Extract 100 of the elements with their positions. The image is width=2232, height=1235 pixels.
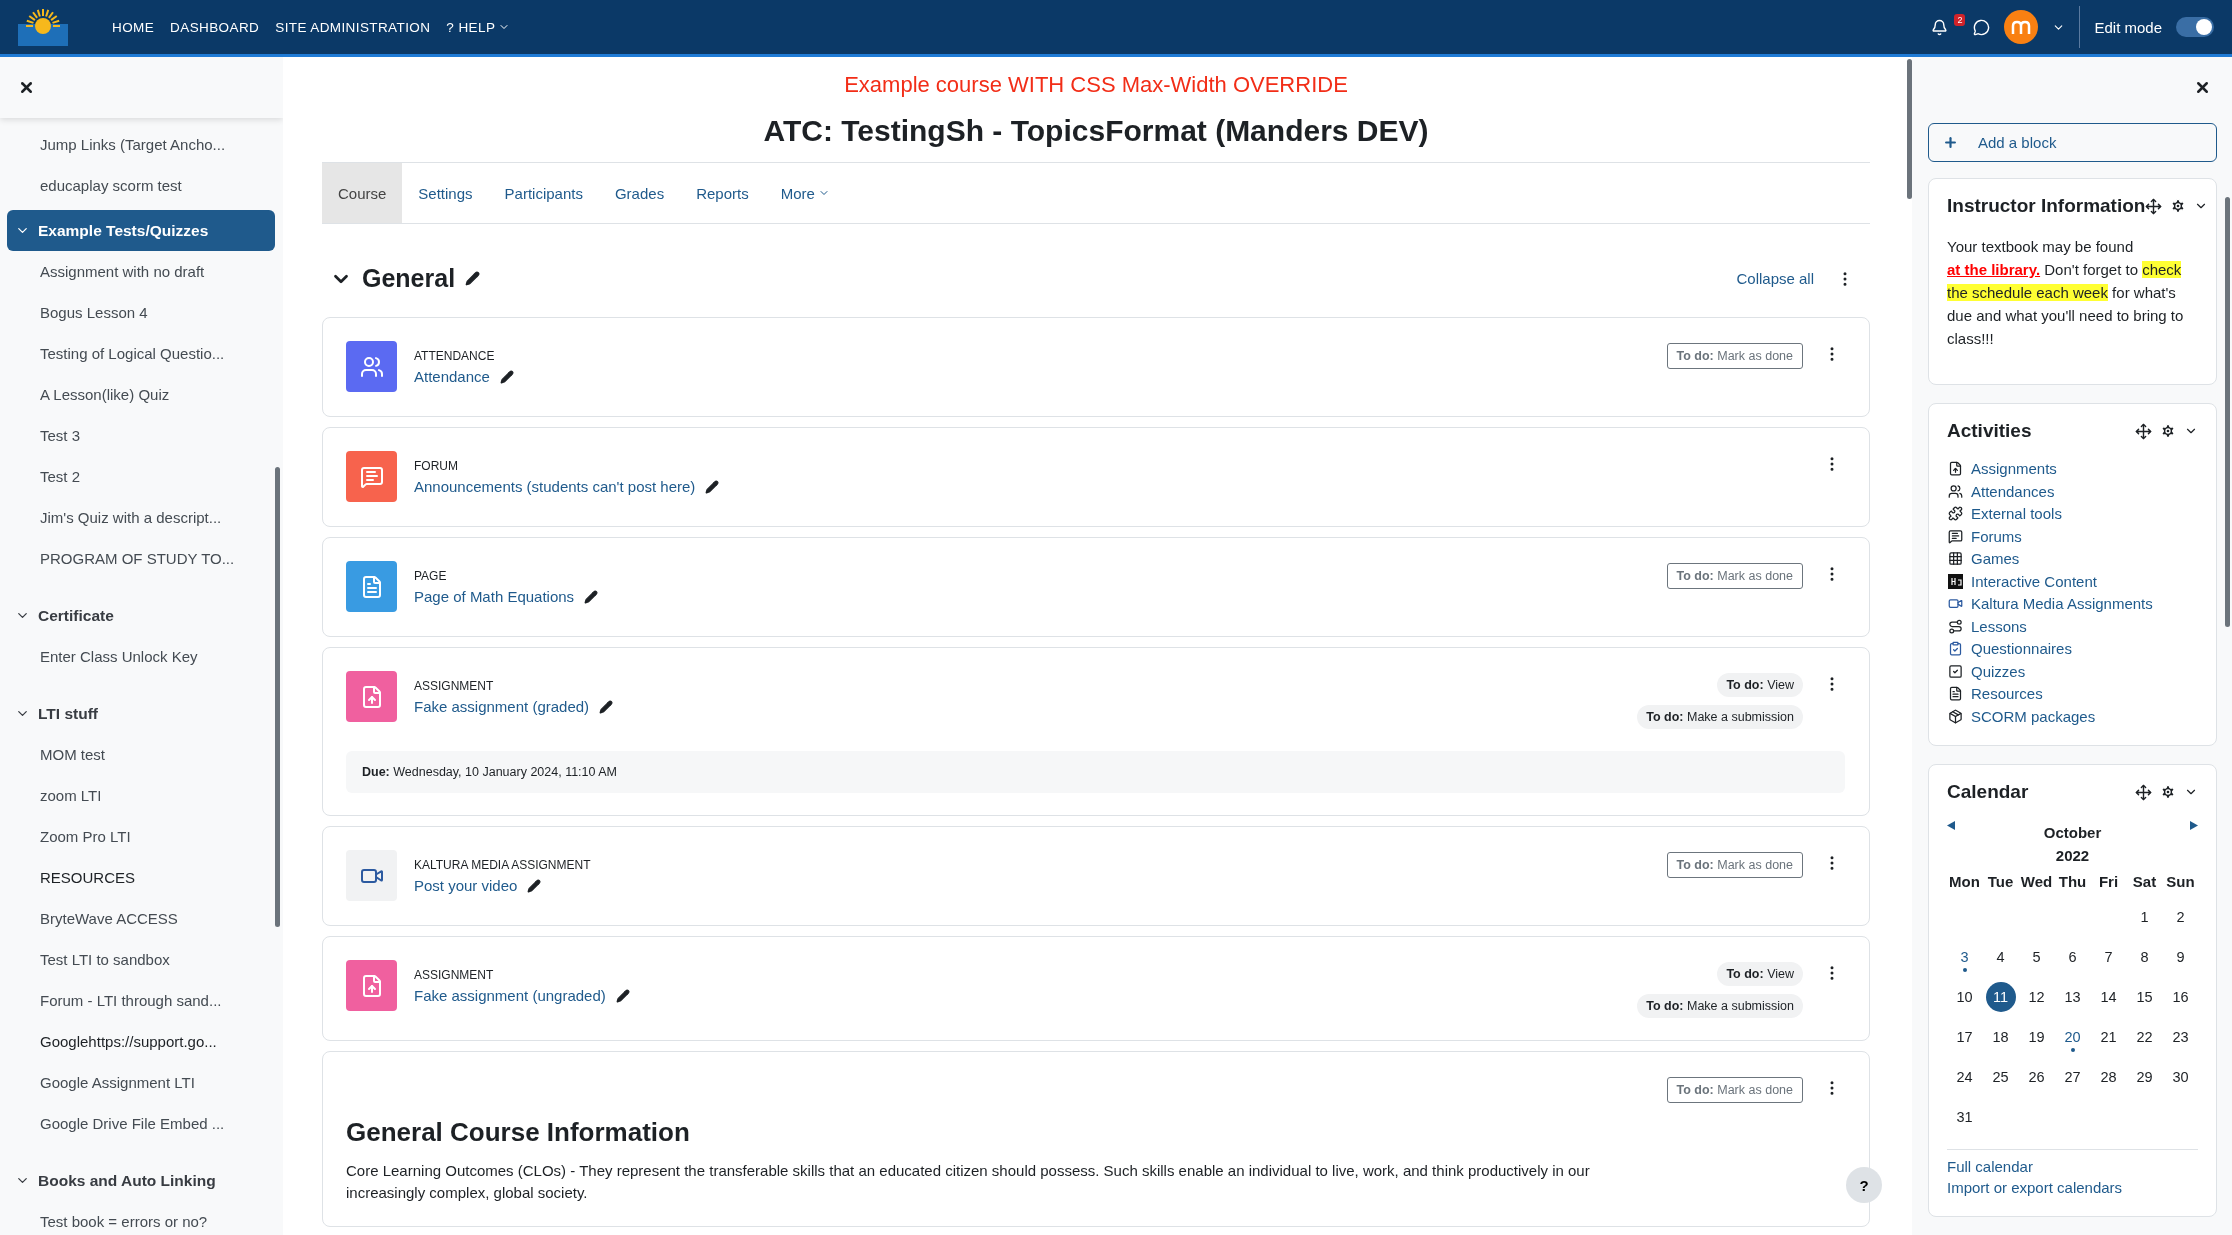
calendar-day[interactable]: 3 [1960, 949, 1969, 965]
calendar-day[interactable]: 28 [2100, 1069, 2117, 1085]
activity-link[interactable]: Fake assignment (ungraded) [414, 987, 606, 1004]
help-button[interactable]: ? [1846, 1167, 1882, 1203]
calendar-day[interactable]: 14 [2100, 989, 2117, 1005]
edit-mode-switch[interactable] [2176, 17, 2214, 37]
edit-icon[interactable] [465, 271, 481, 286]
edit-icon[interactable] [599, 699, 614, 714]
course-index-item[interactable]: Enter Class Unlock Key [7, 636, 275, 677]
course-index-item[interactable]: Testing of Logical Questio... [7, 333, 275, 374]
course-index-item[interactable]: Zoom Pro LTI [7, 816, 275, 857]
activity-type-link[interactable]: Kaltura Media Assignments [1947, 595, 2198, 613]
mark-as-done-button[interactable]: To do: Mark as done [1666, 1077, 1803, 1103]
calendar-day[interactable]: 31 [1956, 1109, 1973, 1125]
activity-type-link[interactable]: Questionnaires [1947, 640, 2198, 658]
mark-as-done-button[interactable]: To do: Mark as done [1666, 852, 1803, 878]
nav-tab[interactable]: Settings [402, 163, 489, 223]
section-link[interactable]: Example Tests/Quizzes [7, 210, 275, 251]
course-index-item[interactable]: Test 3 [7, 415, 275, 456]
activity-type-link[interactable]: Games [1947, 550, 2198, 568]
settings-icon[interactable] [2170, 198, 2187, 214]
calendar-day[interactable]: 5 [2032, 949, 2041, 965]
course-index-item[interactable]: Google Assignment LTI [7, 1062, 275, 1103]
calendar-day[interactable]: 20 [2064, 1029, 2081, 1045]
calendar-day[interactable]: 25 [1992, 1069, 2009, 1085]
notification-bell-icon[interactable] [1931, 18, 1949, 36]
calendar-day[interactable]: 7 [2104, 949, 2113, 965]
course-index-item[interactable]: Googlehttps://support.go... [7, 1021, 275, 1062]
edit-icon[interactable] [615, 988, 630, 1003]
edit-icon[interactable] [499, 369, 514, 384]
activity-type-link[interactable]: SCORM packages [1947, 707, 2198, 725]
nav-link[interactable]: SITE ADMINISTRATION [275, 19, 431, 35]
calendar-day[interactable]: 6 [2068, 949, 2077, 965]
completion-button[interactable]: To do: Make a submission [1637, 994, 1803, 1018]
calendar-day[interactable]: 11 [1985, 982, 2016, 1012]
calendar-day[interactable]: 9 [2176, 949, 2185, 965]
calendar-day[interactable]: 29 [2136, 1069, 2153, 1085]
course-index-item[interactable]: zoom LTI [7, 775, 275, 816]
completion-button[interactable]: To do: Make a submission [1637, 705, 1803, 729]
calendar-link[interactable]: Full calendar [1947, 1158, 2198, 1175]
calendar-day[interactable]: 2 [2176, 909, 2185, 925]
course-index-item[interactable]: MOM test [7, 734, 275, 775]
activity-link[interactable]: Fake assignment (graded) [414, 698, 590, 715]
course-index-item[interactable]: Assignment with no draft [7, 251, 275, 292]
activity-type-link[interactable]: Assignments [1947, 460, 2198, 478]
edit-icon[interactable] [705, 479, 720, 494]
course-index-item[interactable]: A Lesson(like) Quiz [7, 374, 275, 415]
calendar-day[interactable]: 26 [2028, 1069, 2045, 1085]
move-icon[interactable] [2145, 197, 2163, 215]
calendar-day[interactable]: 24 [1956, 1069, 1973, 1085]
course-index-item[interactable]: Jim's Quiz with a descript... [7, 497, 275, 538]
activity-link[interactable]: Attendance [414, 368, 490, 385]
calendar-day[interactable]: 19 [2028, 1029, 2045, 1045]
calendar-day[interactable]: 22 [2136, 1029, 2153, 1045]
calendar-day[interactable]: 16 [2172, 989, 2189, 1005]
nav-link[interactable]: HOME [112, 19, 155, 35]
calendar-link[interactable]: Import or export calendars [1947, 1179, 2198, 1196]
previous-month-icon[interactable] [1947, 821, 1956, 830]
calendar-day[interactable]: 23 [2172, 1029, 2189, 1045]
move-icon[interactable] [2135, 783, 2152, 801]
calendar-day[interactable]: 18 [1992, 1029, 2009, 1045]
completion-button[interactable]: To do: View [1717, 962, 1803, 986]
activity-type-link[interactable]: Forums [1947, 527, 2198, 545]
calendar-day[interactable]: 17 [1956, 1029, 1973, 1045]
course-index-item[interactable]: educaplay scorm test [7, 165, 275, 206]
nav-tab[interactable]: Grades [598, 163, 681, 223]
calendar-day[interactable]: 27 [2064, 1069, 2081, 1085]
message-icon[interactable] [1973, 18, 1991, 36]
course-index-item[interactable]: Test LTI to sandbox [7, 939, 275, 980]
library-link[interactable]: at the library. [1947, 261, 2041, 278]
activity-type-link[interactable]: External tools [1947, 505, 2198, 523]
activity-type-link[interactable]: Lessons [1947, 617, 2198, 635]
activity-link[interactable]: Post your video [414, 877, 518, 894]
course-index-item[interactable]: Test 2 [7, 456, 275, 497]
activity-type-link[interactable]: Interactive Content [1947, 572, 2198, 590]
nav-tab[interactable]: More [764, 163, 846, 223]
calendar-day[interactable]: 12 [2028, 989, 2045, 1005]
mark-as-done-button[interactable]: To do: Mark as done [1666, 563, 1803, 589]
settings-icon[interactable] [2160, 423, 2176, 439]
course-index-item[interactable]: Bogus Lesson 4 [7, 292, 275, 333]
nav-link[interactable]: DASHBOARD [170, 19, 260, 35]
activity-type-link[interactable]: Quizzes [1947, 662, 2198, 680]
calendar-day[interactable]: 4 [1996, 949, 2005, 965]
course-index-item[interactable]: Test book = errors or no? [7, 1201, 275, 1235]
course-index-item[interactable]: Forum - LTI through sand... [7, 980, 275, 1021]
edit-icon[interactable] [584, 589, 599, 604]
section-link[interactable]: Certificate [7, 595, 275, 636]
calendar-day[interactable]: 15 [2136, 989, 2153, 1005]
collapse-all-link[interactable]: Collapse all [1736, 270, 1814, 287]
calendar-day[interactable]: 8 [2140, 949, 2149, 965]
edit-icon[interactable] [527, 878, 542, 893]
nav-link[interactable]: ? HELP [446, 19, 511, 35]
calendar-day[interactable]: 1 [2140, 909, 2149, 925]
section-link[interactable]: Books and Auto Linking [7, 1160, 275, 1201]
calendar-day[interactable]: 21 [2100, 1029, 2117, 1045]
course-index-item[interactable]: Jump Links (Target Ancho... [7, 124, 275, 165]
course-index-item[interactable]: Google Drive File Embed ... [7, 1103, 275, 1144]
activity-link[interactable]: Page of Math Equations [414, 588, 575, 605]
section-link[interactable]: LTI stuff [7, 693, 275, 734]
nav-tab[interactable]: Participants [488, 163, 599, 223]
